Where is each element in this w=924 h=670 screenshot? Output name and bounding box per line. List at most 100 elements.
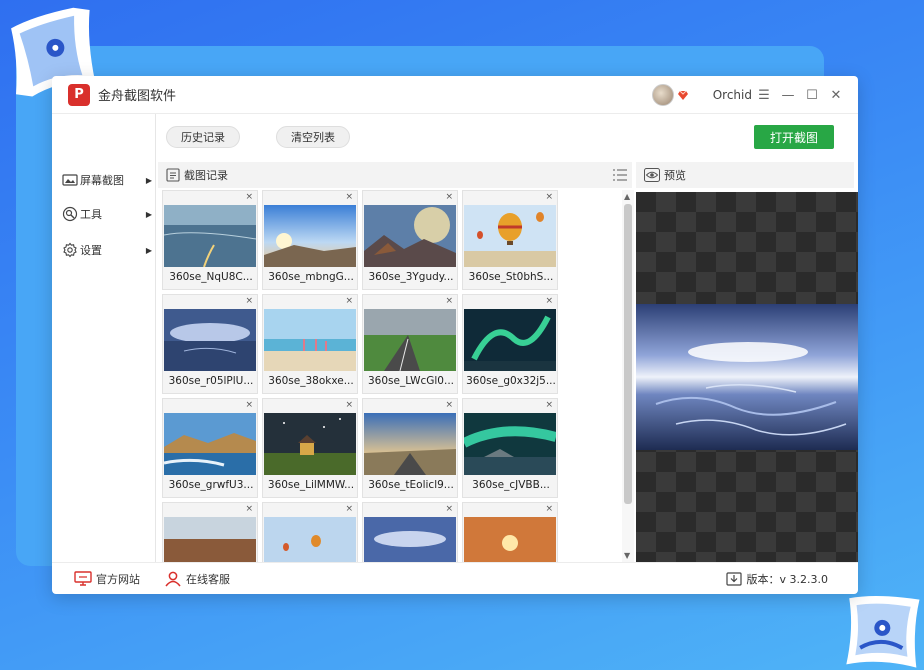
thumbnail-image xyxy=(364,413,456,475)
remove-item-icon[interactable]: × xyxy=(545,296,553,306)
thumbnail-item[interactable]: × 360se_tEolicl9... xyxy=(362,398,458,498)
remove-item-icon[interactable]: × xyxy=(545,400,553,410)
menu-icon[interactable]: ☰ xyxy=(752,83,776,107)
online-service-label: 在线客服 xyxy=(186,572,230,586)
thumbnail-item[interactable]: × 360se_r05lPlU... xyxy=(162,294,258,394)
thumbnail-item[interactable]: × 360se_38okxe... xyxy=(262,294,358,394)
records-header: 截图记录 xyxy=(158,162,632,188)
app-logo: P xyxy=(68,83,90,106)
decor-photo-icon xyxy=(846,595,920,668)
settings-icon xyxy=(63,242,77,258)
screenshot-icon xyxy=(62,174,78,186)
download-icon xyxy=(725,572,742,586)
minimize-icon[interactable]: — xyxy=(776,83,800,107)
remove-item-icon[interactable]: × xyxy=(345,400,353,410)
vip-badge-icon xyxy=(677,90,688,100)
view-list-icon[interactable] xyxy=(612,168,628,182)
list-scrollbar[interactable]: ▲ ▼ xyxy=(622,190,634,562)
thumbnail-name: 360se_grwfU3... xyxy=(168,479,254,491)
thumbnail-item[interactable]: × xyxy=(262,502,358,562)
scrollbar-thumb[interactable] xyxy=(624,204,632,504)
monitor-icon xyxy=(74,570,92,586)
thumbnail-image xyxy=(464,309,556,371)
remove-item-icon[interactable]: × xyxy=(545,192,553,202)
thumbnail-name: 360se_LWcGl0... xyxy=(367,375,454,387)
chevron-right-icon: ▶ xyxy=(145,175,152,185)
thumbnail-item[interactable]: × 360se_cJVBB... xyxy=(462,398,558,498)
official-site-link[interactable]: 官方网站 xyxy=(74,570,140,587)
remove-item-icon[interactable]: × xyxy=(345,296,353,306)
remove-item-icon[interactable]: × xyxy=(345,504,353,514)
thumbnail-item[interactable]: × 360se_NqU8C... xyxy=(162,190,258,290)
thumbnail-item[interactable]: × 360se_3Ygudy... xyxy=(362,190,458,290)
thumbnail-item[interactable]: × xyxy=(462,502,558,562)
eye-icon xyxy=(644,168,660,182)
status-bar: 官方网站 在线客服 版本：v 3.2.3.0 xyxy=(52,562,858,594)
thumbnail-image xyxy=(464,413,556,475)
app-window: P 金舟截图软件 Orchid ☰ — ☐ ✕ 屏幕截图 ▶ 工具 ▶ 设置 ▶… xyxy=(52,76,858,594)
version-info[interactable]: 版本：v 3.2.3.0 xyxy=(725,571,829,587)
thumbnail-image xyxy=(464,517,556,562)
thumbnail-item[interactable]: × 360se_St0bhS... xyxy=(462,190,558,290)
sidebar-item-tools[interactable]: 工具 ▶ xyxy=(62,204,154,224)
thumbnail-name: 360se_mbngG... xyxy=(268,271,354,283)
thumbnail-item[interactable]: × 360se_mbngG... xyxy=(262,190,358,290)
online-service-link[interactable]: 在线客服 xyxy=(164,571,230,587)
thumbnail-grid: × 360se_NqU8C... × 360se_mbngG... × 360s… xyxy=(158,190,620,562)
thumbnail-item[interactable]: × 360se_grwfU3... xyxy=(162,398,258,498)
thumbnail-name: 360se_3Ygudy... xyxy=(368,271,454,283)
thumbnail-image xyxy=(164,517,256,562)
maximize-icon[interactable]: ☐ xyxy=(800,83,824,107)
thumbnail-item[interactable]: × 360se_LWcGl0... xyxy=(362,294,458,394)
thumbnail-item[interactable]: × 360se_LilMMW... xyxy=(262,398,358,498)
remove-item-icon[interactable]: × xyxy=(445,192,453,202)
records-header-label: 截图记录 xyxy=(184,169,228,182)
chevron-right-icon: ▶ xyxy=(145,245,152,255)
remove-item-icon[interactable]: × xyxy=(345,192,353,202)
preview-header: 预览 xyxy=(636,162,854,188)
avatar[interactable] xyxy=(651,84,674,106)
thumbnail-name: 360se_g0x32j5... xyxy=(466,375,556,387)
sidebar-item-screenshot[interactable]: 屏幕截图 ▶ xyxy=(62,170,154,190)
thumbnail-image xyxy=(264,517,356,562)
preview-pane xyxy=(636,192,858,562)
close-icon[interactable]: ✕ xyxy=(824,83,848,107)
clear-list-button[interactable]: 清空列表 xyxy=(276,126,350,148)
sidebar-item-label: 工具 xyxy=(80,208,102,221)
thumbnail-image xyxy=(164,413,256,475)
thumbnail-item[interactable]: × xyxy=(362,502,458,562)
sidebar: 屏幕截图 ▶ 工具 ▶ 设置 ▶ xyxy=(52,114,156,562)
remove-item-icon[interactable]: × xyxy=(445,504,453,514)
remove-item-icon[interactable]: × xyxy=(245,296,253,306)
thumbnail-image xyxy=(264,309,356,371)
preview-header-label: 预览 xyxy=(664,169,686,182)
remove-item-icon[interactable]: × xyxy=(245,192,253,202)
thumbnail-name: 360se_St0bhS... xyxy=(468,271,554,283)
remove-item-icon[interactable]: × xyxy=(445,400,453,410)
history-button[interactable]: 历史记录 xyxy=(166,126,240,148)
scroll-up-icon[interactable]: ▲ xyxy=(624,192,630,201)
version-label: 版本：v 3.2.3.0 xyxy=(746,573,829,586)
thumbnail-item[interactable]: × 360se_g0x32j5... xyxy=(462,294,558,394)
toolbar: 历史记录 清空列表 打开截图 xyxy=(156,114,858,160)
remove-item-icon[interactable]: × xyxy=(245,504,253,514)
remove-item-icon[interactable]: × xyxy=(545,504,553,514)
chevron-right-icon: ▶ xyxy=(145,209,152,219)
list-icon xyxy=(166,168,180,182)
sidebar-item-label: 设置 xyxy=(80,244,102,257)
open-screenshot-button[interactable]: 打开截图 xyxy=(754,125,834,149)
preview-image xyxy=(636,304,858,450)
username[interactable]: Orchid xyxy=(713,88,752,102)
thumbnail-item[interactable]: × xyxy=(162,502,258,562)
remove-item-icon[interactable]: × xyxy=(445,296,453,306)
thumbnail-image xyxy=(164,205,256,267)
sidebar-item-label: 屏幕截图 xyxy=(80,174,124,187)
thumbnail-name: 360se_cJVBB... xyxy=(472,479,550,491)
thumbnail-name: 360se_LilMMW... xyxy=(267,479,355,491)
tools-icon xyxy=(62,206,78,222)
thumbnail-image xyxy=(264,413,356,475)
remove-item-icon[interactable]: × xyxy=(245,400,253,410)
scroll-down-icon[interactable]: ▼ xyxy=(624,551,630,560)
sidebar-item-settings[interactable]: 设置 ▶ xyxy=(62,240,154,260)
thumbnail-image xyxy=(364,309,456,371)
